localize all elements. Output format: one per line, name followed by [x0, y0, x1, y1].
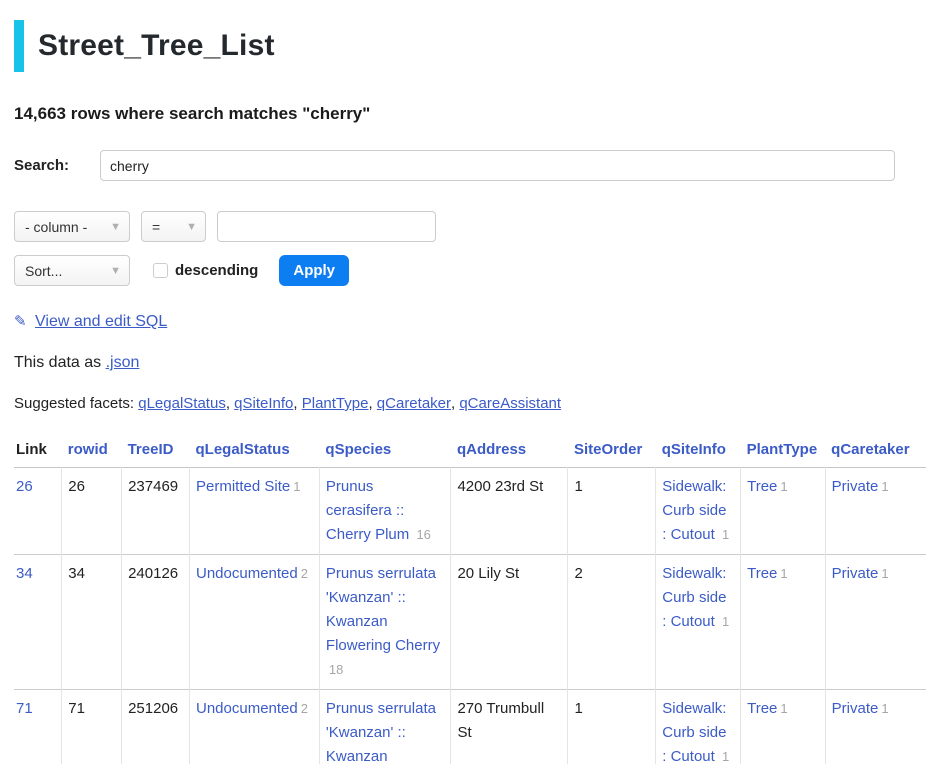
cell-treeid: 237469 [122, 468, 190, 555]
column-header-rowid: rowid [68, 441, 108, 458]
facet-link-qsiteinfo[interactable]: qSiteInfo [234, 395, 302, 412]
column-header-link: Link [14, 431, 62, 468]
cell-legal-link[interactable]: Undocumented [196, 565, 298, 582]
cell-species-link[interactable]: Prunus cerasifera :: Cherry Plum [326, 478, 409, 543]
cell-planttype-link[interactable]: Tree [747, 478, 777, 495]
table-row: 26 26 237469 Permitted Site1 Prunus cera… [14, 468, 926, 555]
row-count-summary: 14,663 rows where search matches "cherry… [14, 104, 926, 124]
facet-count: 1 [881, 566, 888, 581]
facet-count: 1 [780, 566, 787, 581]
view-edit-sql-link[interactable]: View and edit SQL [35, 313, 167, 330]
cell-caretaker-link[interactable]: Private [832, 700, 879, 717]
chevron-down-icon: ▼ [186, 221, 197, 233]
filter-column-select-value: - column - [25, 219, 87, 235]
facet-count: 1 [722, 614, 729, 629]
suggested-facets-line: Suggested facets: qLegalStatusqSiteInfoP… [14, 395, 926, 412]
facet-count: 1 [881, 479, 888, 494]
facet-count: 16 [416, 527, 430, 542]
search-label: Search: [14, 157, 100, 174]
sort-row: Sort... ▼ descending Apply [14, 255, 926, 286]
cell-siteorder: 1 [568, 468, 656, 555]
column-header-qsiteinfo: qSiteInfo [662, 441, 726, 458]
facet-count: 1 [780, 479, 787, 494]
filter-row: - column - ▼ = ▼ [14, 211, 926, 242]
data-as-prefix: This data as [14, 354, 106, 371]
cell-siteinfo-link[interactable]: Sidewalk: Curb side : Cutout [662, 565, 726, 630]
results-table: Link rowid TreeID qLegalStatus qSpecies … [14, 431, 926, 764]
column-header-qspecies: qSpecies [325, 441, 391, 458]
cell-treeid: 251206 [122, 690, 190, 764]
facet-count: 2 [301, 701, 308, 716]
cell-address: 4200 23rd St [451, 468, 568, 555]
cell-legal-link[interactable]: Permitted Site [196, 478, 290, 495]
column-header-qcaretaker: qCaretaker [831, 441, 909, 458]
cell-rowid: 26 [62, 468, 122, 555]
cell-address: 270 Trumbull St [451, 690, 568, 764]
facet-count: 2 [301, 566, 308, 581]
cell-planttype-link[interactable]: Tree [747, 700, 777, 717]
facet-count: 1 [780, 701, 787, 716]
cell-siteorder: 2 [568, 555, 656, 690]
apply-button[interactable]: Apply [279, 255, 349, 286]
column-header-treeid: TreeID [128, 441, 174, 458]
accent-bar [14, 20, 24, 72]
facets-prefix: Suggested facets: [14, 395, 138, 412]
sql-line: ✎ View and edit SQL [14, 312, 926, 331]
facet-link-qlegalstatus[interactable]: qLegalStatus [138, 395, 234, 412]
sort-select-value: Sort... [25, 263, 62, 279]
cell-address: 20 Lily St [451, 555, 568, 690]
facet-link-planttype[interactable]: PlantType [302, 395, 377, 412]
chevron-down-icon: ▼ [110, 221, 121, 233]
facet-count: 1 [293, 479, 300, 494]
cell-treeid: 240126 [122, 555, 190, 690]
filter-operator-select[interactable]: = ▼ [141, 211, 206, 242]
filter-column-select[interactable]: - column - ▼ [14, 211, 130, 242]
search-row: Search: [14, 150, 926, 181]
facet-link-qcaretaker[interactable]: qCaretaker [377, 395, 460, 412]
json-link[interactable]: .json [106, 354, 140, 371]
descending-label: descending [175, 262, 258, 279]
cell-caretaker-link[interactable]: Private [832, 478, 879, 495]
search-input[interactable] [100, 150, 895, 181]
page-title: Street_Tree_List [38, 29, 275, 63]
cell-legal-link[interactable]: Undocumented [196, 700, 298, 717]
filter-value-input[interactable] [217, 211, 436, 242]
cell-species-link[interactable]: Prunus serrulata 'Kwanzan' :: Kwanzan Fl… [326, 700, 440, 764]
facet-link-qcareassistant[interactable]: qCareAssistant [459, 395, 561, 412]
filter-operator-select-value: = [152, 219, 160, 235]
column-header-planttype: PlantType [747, 441, 818, 458]
facet-count: 1 [722, 749, 729, 764]
row-link[interactable]: 71 [16, 700, 33, 717]
table-row: 34 34 240126 Undocumented2 Prunus serrul… [14, 555, 926, 690]
cell-siteinfo-link[interactable]: Sidewalk: Curb side : Cutout [662, 478, 726, 543]
facet-count: 1 [881, 701, 888, 716]
data-as-line: This data as .json [14, 354, 926, 372]
cell-planttype-link[interactable]: Tree [747, 565, 777, 582]
row-link[interactable]: 34 [16, 565, 33, 582]
pencil-icon: ✎ [14, 313, 27, 330]
cell-siteinfo-link[interactable]: Sidewalk: Curb side : Cutout [662, 700, 726, 764]
facet-count: 18 [329, 662, 343, 677]
descending-checkbox[interactable] [153, 263, 168, 278]
sort-select[interactable]: Sort... ▼ [14, 255, 130, 286]
column-header-qaddress: qAddress [457, 441, 526, 458]
cell-species-link[interactable]: Prunus serrulata 'Kwanzan' :: Kwanzan Fl… [326, 565, 440, 654]
cell-rowid: 34 [62, 555, 122, 690]
chevron-down-icon: ▼ [110, 265, 121, 277]
facet-count: 1 [722, 527, 729, 542]
row-link[interactable]: 26 [16, 478, 33, 495]
cell-rowid: 71 [62, 690, 122, 764]
column-header-siteorder: SiteOrder [574, 441, 642, 458]
table-row: 71 71 251206 Undocumented2 Prunus serrul… [14, 690, 926, 764]
cell-siteorder: 1 [568, 690, 656, 764]
column-header-qlegalstatus: qLegalStatus [196, 441, 290, 458]
table-header-row: Link rowid TreeID qLegalStatus qSpecies … [14, 431, 926, 468]
cell-caretaker-link[interactable]: Private [832, 565, 879, 582]
page-header: Street_Tree_List [14, 20, 926, 72]
